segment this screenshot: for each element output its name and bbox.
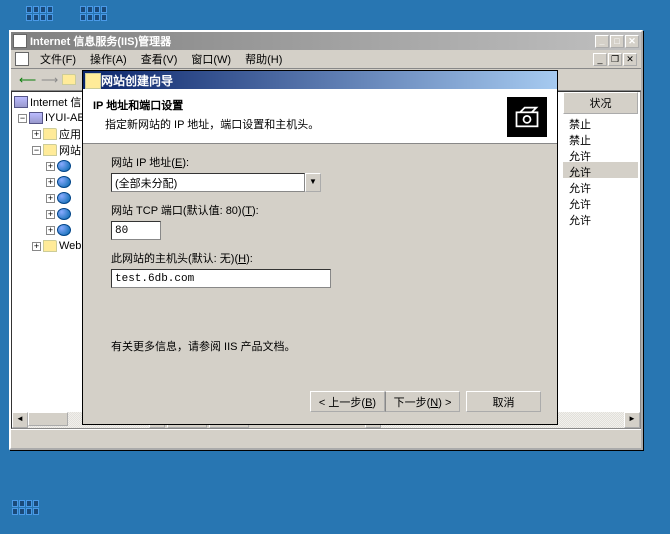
list-cell[interactable]: 允许 [563, 146, 638, 162]
folder-icon [43, 144, 57, 156]
combo-dropdown-button[interactable]: ▼ [305, 173, 321, 192]
expander[interactable]: + [32, 242, 41, 251]
wizard-icon [507, 97, 547, 137]
globe-icon [57, 224, 71, 236]
expander[interactable]: − [18, 114, 27, 123]
col-status-header[interactable]: 状况 [563, 92, 638, 114]
main-title: Internet 信息服务(IIS)管理器 [30, 33, 595, 49]
host-label: 此网站的主机头(默认: 无)(H): [111, 250, 529, 266]
back-button[interactable]: < 上一步(B) [310, 391, 385, 412]
list-cell-selected[interactable]: 允许 [563, 162, 638, 178]
close-button[interactable]: ✕ [625, 35, 639, 48]
folder-icon [43, 128, 57, 140]
list-cell[interactable]: 禁止 [563, 130, 638, 146]
wizard-subheading: 指定新网站的 IP 地址，端口设置和主机头。 [93, 116, 507, 132]
server-icon [29, 112, 43, 124]
wizard-buttons: < 上一步(B) 下一步(N) > 取消 [310, 391, 541, 412]
mdi-close[interactable]: ✕ [623, 53, 637, 66]
menu-window[interactable]: 窗口(W) [185, 50, 237, 68]
scroll-left[interactable]: ◄ [12, 412, 28, 428]
next-button[interactable]: 下一步(N) > [385, 391, 460, 412]
globe-icon [57, 160, 71, 172]
expander[interactable]: + [32, 130, 41, 139]
expander[interactable]: − [32, 146, 41, 155]
wizard-title[interactable]: 网站创建向导 [83, 71, 557, 89]
wizard-header: IP 地址和端口设置 指定新网站的 IP 地址，端口设置和主机头。 [83, 89, 557, 144]
list-cell[interactable]: 允许 [563, 210, 638, 226]
wizard-info: 有关更多信息，请参阅 IIS 产品文档。 [111, 338, 529, 354]
globe-icon [57, 208, 71, 220]
wizard-body: 网站 IP 地址(E): ▼ 网站 TCP 端口(默认值: 80)(T): 此网… [83, 144, 557, 364]
site-wizard-dialog: 网站创建向导 IP 地址和端口设置 指定新网站的 IP 地址，端口设置和主机头。… [82, 70, 558, 425]
wizard-heading: IP 地址和端口设置 [93, 97, 507, 113]
list-cell[interactable]: 允许 [563, 178, 638, 194]
port-label: 网站 TCP 端口(默认值: 80)(T): [111, 202, 529, 218]
computer-icon [14, 96, 28, 108]
expander[interactable]: + [46, 226, 55, 235]
globe-icon [57, 176, 71, 188]
main-titlebar[interactable]: Internet 信息服务(IIS)管理器 _ □ ✕ [11, 32, 641, 50]
menu-help[interactable]: 帮助(H) [239, 50, 288, 68]
status-bar [11, 429, 641, 448]
port-input[interactable] [111, 221, 161, 240]
maximize-button[interactable]: □ [610, 35, 624, 48]
menu-icon [15, 52, 29, 66]
back-button[interactable] [15, 71, 35, 89]
expander[interactable]: + [46, 162, 55, 171]
menu-file[interactable]: 文件(F) [34, 50, 82, 68]
menu-view[interactable]: 查看(V) [135, 50, 184, 68]
scroll-thumb[interactable] [28, 412, 68, 426]
expander[interactable]: + [46, 210, 55, 219]
expander[interactable]: + [46, 194, 55, 203]
scroll-right2[interactable]: ► [624, 412, 640, 428]
expander[interactable]: + [46, 178, 55, 187]
app-icon [13, 34, 27, 48]
ip-combo[interactable]: ▼ [111, 173, 321, 192]
mdi-restore[interactable]: ❐ [608, 53, 622, 66]
main-menu: 文件(F) 操作(A) 查看(V) 窗口(W) 帮助(H) _ ❐ ✕ [11, 50, 641, 69]
folder-icon [43, 240, 57, 252]
up-icon[interactable] [62, 74, 76, 85]
host-input[interactable] [111, 269, 331, 288]
globe-icon [57, 192, 71, 204]
mdi-minimize[interactable]: _ [593, 53, 607, 66]
ip-input[interactable] [111, 173, 305, 192]
list-cell[interactable]: 允许 [563, 194, 638, 210]
list-cell[interactable]: 禁止 [563, 114, 638, 130]
cancel-button[interactable]: 取消 [466, 391, 541, 412]
list-view[interactable]: 状况 禁止 禁止 允许 允许 允许 允许 允许 [563, 92, 638, 226]
menu-action[interactable]: 操作(A) [84, 50, 133, 68]
minimize-button[interactable]: _ [595, 35, 609, 48]
ip-label: 网站 IP 地址(E): [111, 154, 529, 170]
forward-button [37, 71, 57, 89]
